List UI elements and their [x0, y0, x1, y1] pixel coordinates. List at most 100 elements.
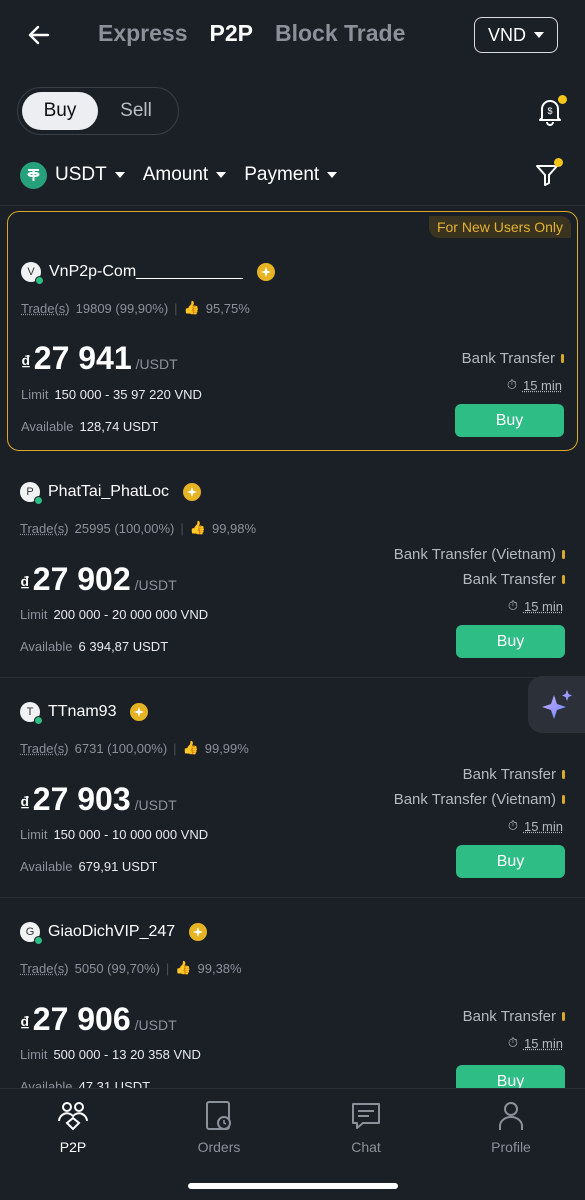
- price-value: 27 902: [32, 561, 131, 597]
- asset-filter-label: USDT: [55, 164, 107, 185]
- tab-orders[interactable]: Orders: [169, 1099, 269, 1155]
- payment-time: ⏱ 15 min: [507, 818, 563, 834]
- thumbs-up-icon: 👍: [182, 740, 199, 755]
- online-dot: [34, 496, 43, 505]
- rating: 95,75%: [205, 300, 250, 316]
- limit: Limit 200 000 - 20 000 000 VND: [20, 607, 209, 622]
- profile-icon: [499, 1102, 523, 1130]
- top-bar: Express P2P Block Trade VND: [0, 0, 585, 70]
- price-value: 27 941: [33, 340, 132, 376]
- payment-method: Bank Transfer: [463, 1008, 565, 1025]
- ad-card[interactable]: T TTnam93 Trade(s) 6731 (100,00%) | 👍 99…: [0, 678, 585, 898]
- sell-toggle-button[interactable]: Sell: [98, 92, 174, 130]
- tab-p2p[interactable]: P2P: [210, 20, 253, 47]
- rating: 99,98%: [211, 520, 257, 536]
- price: ₫ 27 906 /USDT: [20, 1001, 177, 1037]
- buy-button[interactable]: Buy: [455, 404, 564, 437]
- chat-icon: [352, 1103, 380, 1129]
- available-value: 47,31 USDT: [78, 1079, 151, 1088]
- notification-dot: [558, 95, 567, 104]
- amount-filter[interactable]: Amount: [142, 164, 227, 186]
- payment-method: Bank Transfer: [463, 766, 565, 783]
- tab-chat[interactable]: Chat: [316, 1099, 416, 1155]
- payment-filter[interactable]: Payment: [244, 164, 338, 186]
- ad-card[interactable]: G GiaoDichVIP_247 Trade(s) 5050 (99,70%)…: [0, 898, 585, 1088]
- online-dot: [34, 936, 43, 945]
- orders-icon: [206, 1101, 231, 1130]
- trades-label: Trade(s): [20, 740, 69, 756]
- price-value: 27 906: [32, 1001, 131, 1037]
- merchant-name[interactable]: GiaoDichVIP_247: [48, 923, 175, 941]
- verified-badge-icon: [256, 263, 275, 281]
- price: ₫ 27 903 /USDT: [20, 781, 177, 817]
- notification-button[interactable]: $: [533, 94, 567, 128]
- tab-label: Orders: [197, 1139, 241, 1155]
- available: Available 128,74 USDT: [21, 419, 159, 434]
- chevron-down-icon: [327, 172, 338, 178]
- currency-label: VND: [487, 24, 526, 45]
- merchant-stats: Trade(s) 5050 (99,70%) | 👍 99,38%: [20, 960, 242, 976]
- buy-button[interactable]: Buy: [456, 1065, 565, 1088]
- back-arrow-icon[interactable]: [24, 20, 54, 50]
- tab-block-trade[interactable]: Block Trade: [275, 20, 405, 47]
- ai-assistant-button[interactable]: [528, 676, 585, 733]
- asset-filter[interactable]: USDT: [20, 161, 125, 189]
- svg-text:$: $: [547, 106, 552, 116]
- tab-p2p-nav[interactable]: P2P: [23, 1099, 123, 1155]
- payment-time: ⏱ 15 min: [507, 598, 563, 614]
- filter-dot: [554, 158, 563, 167]
- verified-badge-icon: [130, 703, 149, 721]
- home-indicator: [188, 1183, 398, 1189]
- payment-time: ⏱ 15 min: [507, 1035, 563, 1051]
- sparkle-icon: [541, 689, 572, 719]
- thumbs-up-icon: 👍: [189, 520, 206, 535]
- ad-card[interactable]: P PhatTai_PhatLoc Trade(s) 25995 (100,00…: [0, 458, 585, 678]
- currency-selector[interactable]: VND: [474, 17, 558, 53]
- merchant-name[interactable]: VnP2p-Com____________: [49, 263, 243, 281]
- avatar: V: [21, 262, 44, 285]
- tab-profile[interactable]: Profile: [461, 1099, 561, 1155]
- merchant-name[interactable]: TTnam93: [48, 703, 116, 721]
- merchant-name[interactable]: PhatTai_PhatLoc: [48, 483, 169, 501]
- ad-list[interactable]: For New Users Only V VnP2p-Com__________…: [0, 206, 585, 1088]
- limit: Limit 150 000 - 35 97 220 VND: [21, 387, 202, 402]
- price: ₫ 27 902 /USDT: [20, 561, 177, 597]
- chevron-down-icon: [534, 32, 544, 38]
- buy-button[interactable]: Buy: [456, 845, 565, 878]
- chevron-down-icon: [114, 172, 125, 178]
- limit: Limit 150 000 - 10 000 000 VND: [20, 827, 209, 842]
- merchant-info[interactable]: G GiaoDichVIP_247: [20, 922, 208, 945]
- merchant-info[interactable]: V VnP2p-Com____________: [21, 262, 275, 285]
- limit-value: 150 000 - 35 97 220 VND: [54, 387, 202, 402]
- filter-row: USDT Amount Payment: [20, 158, 338, 192]
- tab-label: Chat: [351, 1139, 381, 1155]
- trades-label: Trade(s): [20, 960, 69, 976]
- merchant-info[interactable]: T TTnam93: [20, 702, 149, 725]
- payment-method: Bank Transfer: [462, 350, 564, 367]
- ad-card[interactable]: For New Users Only V VnP2p-Com__________…: [7, 211, 578, 451]
- payment-time: ⏱ 15 min: [506, 377, 562, 393]
- buy-toggle-button[interactable]: Buy: [22, 92, 98, 130]
- merchant-info[interactable]: P PhatTai_PhatLoc: [20, 482, 201, 505]
- merchant-stats: Trade(s) 19809 (99,90%) | 👍 95,75%: [21, 300, 250, 316]
- payment-method: Bank Transfer (Vietnam): [394, 546, 565, 563]
- available: Available 47,31 USDT: [20, 1079, 150, 1088]
- filter-button[interactable]: [533, 158, 563, 190]
- buy-sell-toggle: Buy Sell: [17, 87, 179, 135]
- stopwatch-icon: ⏱: [506, 377, 517, 392]
- tab-express[interactable]: Express: [98, 20, 188, 47]
- rating: 99,38%: [197, 960, 242, 976]
- amount-filter-label: Amount: [142, 164, 209, 185]
- trades-count: 6731 (100,00%): [74, 740, 168, 756]
- trades-label: Trade(s): [20, 520, 69, 536]
- price: ₫ 27 941 /USDT: [21, 340, 178, 376]
- stopwatch-icon: ⏱: [507, 818, 518, 833]
- merchant-stats: Trade(s) 6731 (100,00%) | 👍 99,99%: [20, 740, 249, 756]
- online-dot: [34, 716, 43, 725]
- payment-filter-label: Payment: [244, 164, 320, 185]
- trades-count: 19809 (99,90%): [75, 300, 169, 316]
- buy-button[interactable]: Buy: [456, 625, 565, 658]
- available-value: 679,91 USDT: [78, 859, 158, 874]
- limit-value: 150 000 - 10 000 000 VND: [53, 827, 209, 842]
- tab-label: P2P: [59, 1139, 87, 1155]
